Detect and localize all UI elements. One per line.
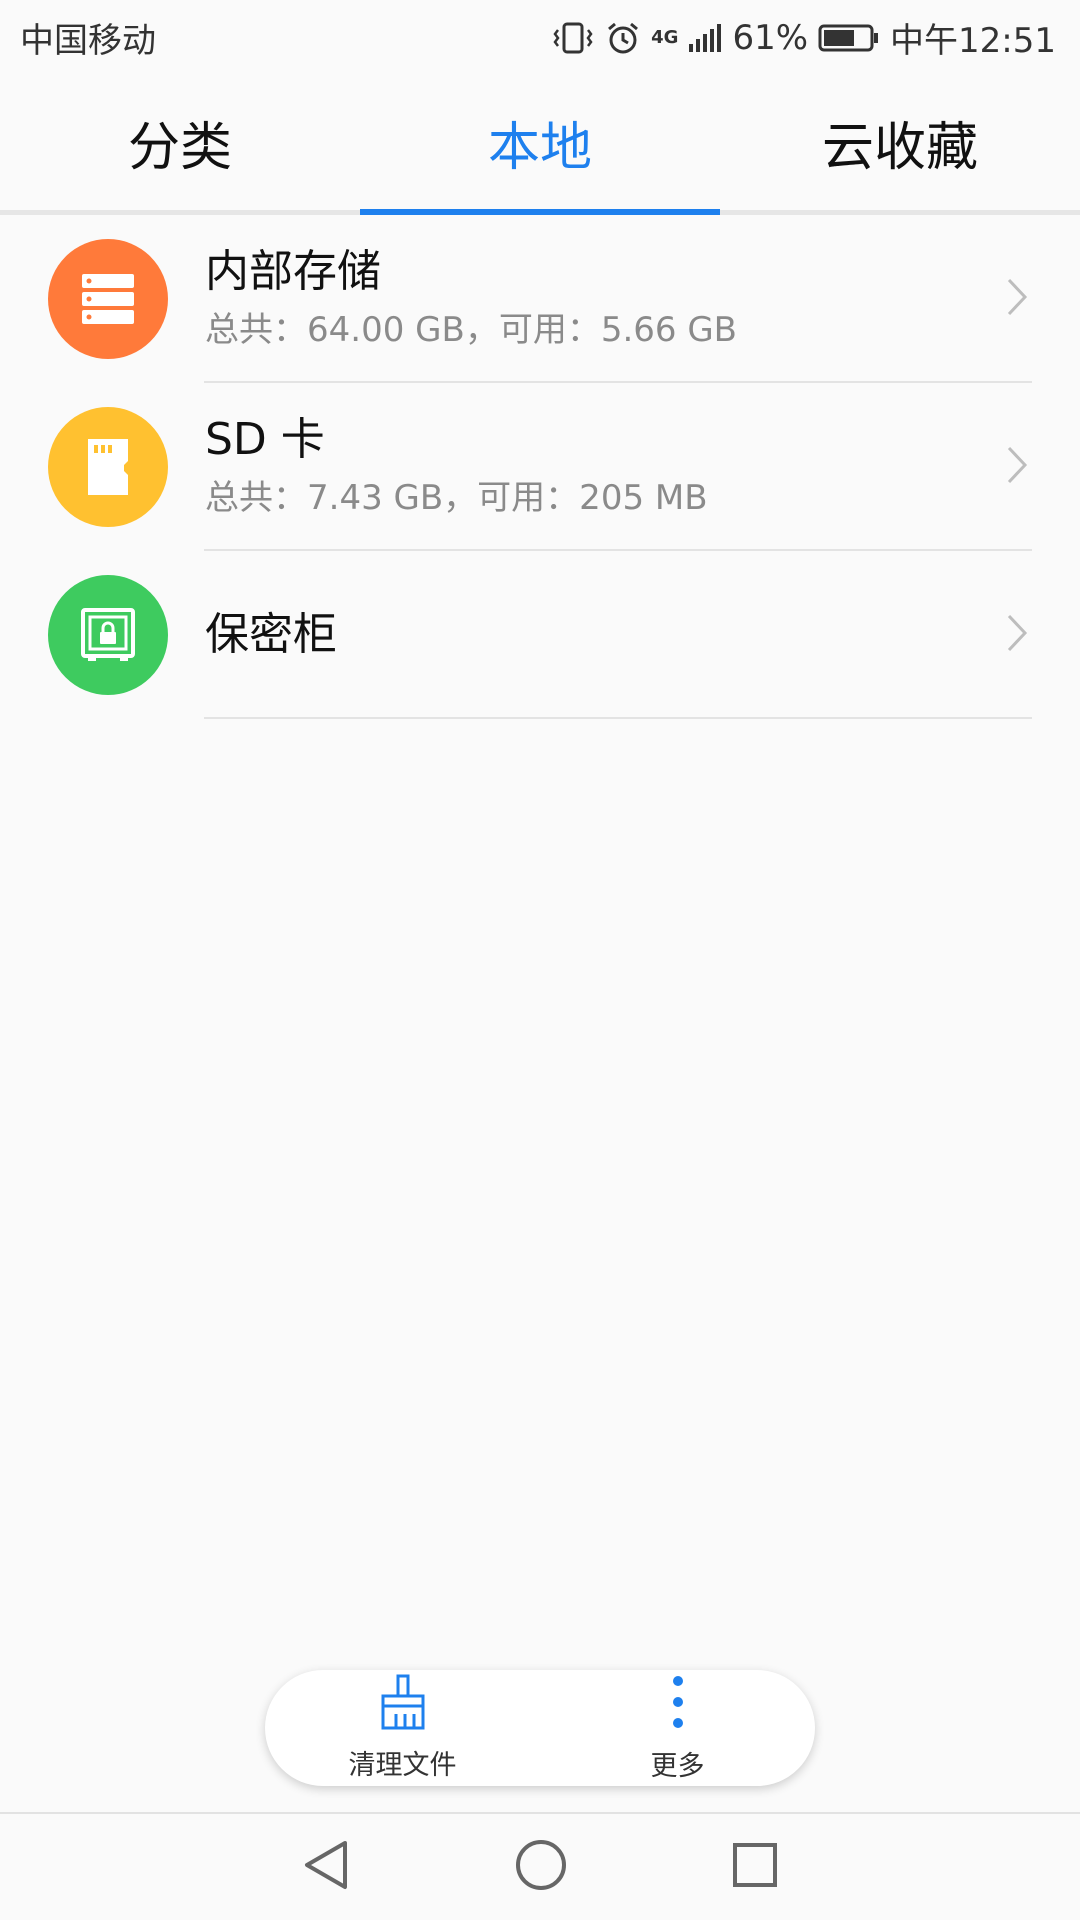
- server-icon: [48, 239, 168, 359]
- bottom-action-bar: 清理文件 更多: [265, 1670, 815, 1786]
- alarm-icon: [605, 20, 641, 56]
- clock: 中午12:51: [890, 21, 1056, 61]
- carrier-label: 中国移动: [20, 21, 156, 61]
- safe-lock-icon: [48, 575, 168, 695]
- item-subtitle: 总共：7.43 GB，可用：205 MB: [205, 478, 708, 518]
- storage-list: 内部存储 总共：64.00 GB，可用：5.66 GB SD 卡 总共：7.43…: [0, 215, 1080, 719]
- list-item-sd-card[interactable]: SD 卡 总共：7.43 GB，可用：205 MB: [0, 383, 1080, 551]
- list-item-safe[interactable]: 保密柜: [0, 551, 1080, 719]
- chevron-right-icon: [1006, 277, 1028, 321]
- network-type-label: 4G: [651, 27, 679, 48]
- item-title: 保密柜: [205, 609, 337, 660]
- recents-icon[interactable]: [731, 1841, 779, 1893]
- tab-categories[interactable]: 分类: [0, 75, 360, 210]
- signal-icon: [688, 22, 722, 54]
- item-title: 内部存储: [205, 246, 381, 297]
- divider: [204, 717, 1032, 719]
- navigation-bar: [0, 1812, 1080, 1920]
- more-button[interactable]: 更多: [540, 1670, 815, 1786]
- status-bar: 中国移动 4G 61% 中午12:51: [0, 0, 1080, 75]
- chevron-right-icon: [1006, 445, 1028, 489]
- more-vertical-icon: [668, 1673, 688, 1738]
- battery-icon: [818, 23, 880, 53]
- broom-icon: [378, 1674, 428, 1737]
- battery-percent: 61%: [732, 17, 809, 58]
- tab-bar: 分类 本地 云收藏: [0, 75, 1080, 215]
- status-icons: 4G 61% 中午12:51: [551, 13, 1056, 62]
- clean-files-button[interactable]: 清理文件: [265, 1670, 540, 1786]
- list-item-internal-storage[interactable]: 内部存储 总共：64.00 GB，可用：5.66 GB: [0, 215, 1080, 383]
- tab-cloud-favorites[interactable]: 云收藏: [720, 75, 1080, 210]
- vibrate-icon: [551, 21, 595, 55]
- tab-local[interactable]: 本地: [360, 75, 720, 215]
- back-icon[interactable]: [301, 1839, 351, 1895]
- sd-card-icon: [48, 407, 168, 527]
- item-subtitle: 总共：64.00 GB，可用：5.66 GB: [205, 310, 737, 350]
- more-label: 更多: [650, 1751, 705, 1782]
- clean-files-label: 清理文件: [348, 1750, 457, 1781]
- home-icon[interactable]: [514, 1838, 568, 1896]
- item-title: SD 卡: [205, 414, 325, 465]
- chevron-right-icon: [1006, 613, 1028, 657]
